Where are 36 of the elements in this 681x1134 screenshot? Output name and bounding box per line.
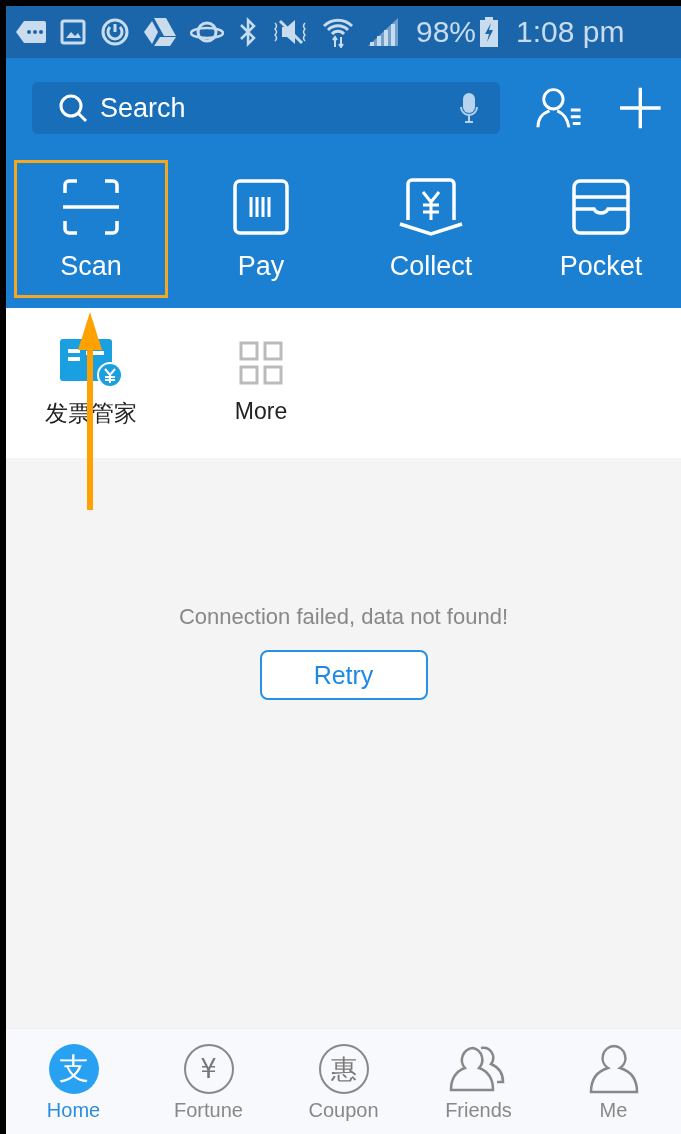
glyph-circle-icon: ¥ <box>183 1044 234 1094</box>
barcode-card-icon <box>233 178 289 235</box>
search-field[interactable]: Search <box>32 82 500 134</box>
grid-icon <box>239 341 283 385</box>
tab[interactable]: 支 Home <box>6 1029 141 1134</box>
search-icon <box>58 93 88 123</box>
highlighted-action-tile[interactable]: Scan <box>14 160 168 298</box>
quick-action[interactable]: Collect <box>354 160 508 298</box>
wallet-icon <box>572 178 630 235</box>
glyph-circle-icon: 惠 <box>318 1044 369 1094</box>
message-icon <box>16 21 46 43</box>
drive-icon <box>144 18 176 46</box>
image-icon <box>60 19 86 45</box>
add-icon[interactable] <box>620 87 661 129</box>
scan-icon <box>63 178 119 235</box>
app-shortcut[interactable]: More <box>176 308 346 458</box>
tab[interactable]: 惠 Coupon <box>276 1029 411 1134</box>
person-icon <box>588 1044 639 1094</box>
clock-time: 1:08 pm <box>516 15 625 49</box>
tab[interactable]: ¥ Fortune <box>141 1029 276 1134</box>
yen-pouch-icon <box>398 177 464 236</box>
retry-button[interactable]: Retry <box>259 650 428 700</box>
mute-icon <box>272 17 308 47</box>
quick-action[interactable]: Pocket <box>524 160 678 298</box>
microphone-icon[interactable] <box>460 93 478 123</box>
wifi-icon <box>322 16 354 48</box>
error-message: Connection failed, data not found! <box>179 604 508 630</box>
battery-charging-icon <box>480 17 499 47</box>
quick-action[interactable]: Pay <box>184 160 338 298</box>
battery-percent: 98% <box>416 15 477 49</box>
sync-icon <box>100 17 130 47</box>
tab[interactable]: Me <box>546 1029 681 1134</box>
signal-icon <box>368 18 398 46</box>
tab[interactable]: Friends <box>411 1029 546 1134</box>
bluetooth-icon <box>238 16 258 48</box>
app-logo-icon: 支 <box>48 1044 99 1094</box>
